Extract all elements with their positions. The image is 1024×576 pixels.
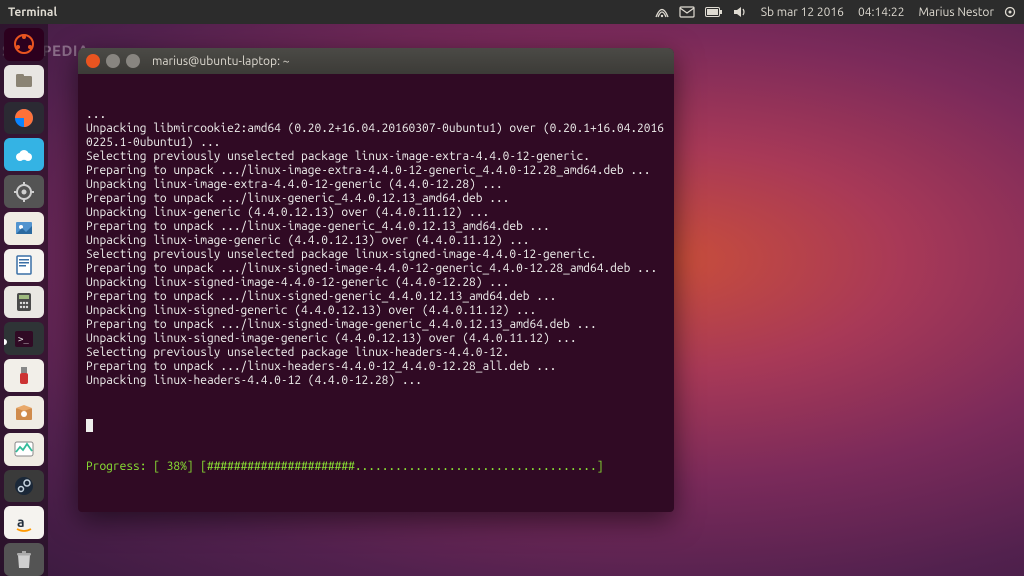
- trash-icon[interactable]: [4, 543, 44, 576]
- terminal-line: Unpacking linux-image-generic (4.4.0.12.…: [86, 234, 666, 248]
- terminal-titlebar[interactable]: marius@ubuntu-laptop: ~: [78, 48, 674, 74]
- progress-bar: [######################.................…: [200, 460, 603, 473]
- amazon-icon[interactable]: a: [4, 506, 44, 539]
- terminal-line: Preparing to unpack .../linux-headers-4.…: [86, 360, 666, 374]
- weather-icon[interactable]: [4, 138, 44, 171]
- usb-creator-icon[interactable]: [4, 359, 44, 392]
- window-maximize-button[interactable]: [126, 54, 140, 68]
- terminal-line: Preparing to unpack .../linux-signed-ima…: [86, 318, 666, 332]
- system-monitor-icon[interactable]: [4, 433, 44, 466]
- terminal-line: Unpacking libmircookie2:amd64 (0.20.2+16…: [86, 122, 666, 150]
- firefox-icon[interactable]: [4, 102, 44, 135]
- network-indicator[interactable]: [655, 6, 669, 18]
- clock-date[interactable]: Sb mar 12 2016: [761, 6, 844, 19]
- top-menu-bar: Terminal Sb mar 12 2016 04:14:22 Marius …: [0, 0, 1024, 24]
- terminal-line: Preparing to unpack .../linux-image-extr…: [86, 164, 666, 178]
- volume-indicator[interactable]: [733, 6, 747, 18]
- software-icon[interactable]: [4, 396, 44, 429]
- svg-text:>_: >_: [18, 335, 29, 345]
- active-app-title: Terminal: [8, 6, 57, 19]
- terminal-cursor: [86, 419, 93, 432]
- battery-indicator[interactable]: [705, 7, 723, 17]
- unity-launcher: >_ a: [0, 24, 48, 576]
- terminal-line: Unpacking linux-signed-image-4.4.0-12-ge…: [86, 276, 666, 290]
- dash-icon[interactable]: [4, 28, 44, 61]
- terminal-line: Preparing to unpack .../linux-signed-ima…: [86, 262, 666, 276]
- window-close-button[interactable]: [86, 54, 100, 68]
- session-gear-icon[interactable]: [1004, 6, 1016, 18]
- settings-icon[interactable]: [4, 175, 44, 208]
- terminal-line: Unpacking linux-generic (4.4.0.12.13) ov…: [86, 206, 666, 220]
- writer-icon[interactable]: [4, 249, 44, 282]
- window-minimize-button[interactable]: [106, 54, 120, 68]
- terminal-line: Unpacking linux-signed-generic (4.4.0.12…: [86, 304, 666, 318]
- terminal-line: Preparing to unpack .../linux-generic_4.…: [86, 192, 666, 206]
- terminal-line: Selecting previously unselected package …: [86, 248, 666, 262]
- terminal-line: ...: [86, 108, 666, 122]
- mail-indicator[interactable]: [679, 6, 695, 18]
- files-icon[interactable]: [4, 65, 44, 98]
- steam-icon[interactable]: [4, 470, 44, 503]
- svg-text:a: a: [17, 514, 25, 530]
- terminal-line: Selecting previously unselected package …: [86, 150, 666, 164]
- terminal-title: marius@ubuntu-laptop: ~: [152, 55, 290, 68]
- terminal-line: Selecting previously unselected package …: [86, 346, 666, 360]
- terminal-window[interactable]: marius@ubuntu-laptop: ~ ...Unpacking lib…: [78, 48, 674, 512]
- terminal-line: Unpacking linux-headers-4.4.0-12 (4.4.0-…: [86, 374, 666, 388]
- terminal-line: Preparing to unpack .../linux-image-gene…: [86, 220, 666, 234]
- terminal-output[interactable]: ...Unpacking libmircookie2:amd64 (0.20.2…: [78, 74, 674, 512]
- clock-time[interactable]: 04:14:22: [858, 6, 905, 19]
- terminal-line: Unpacking linux-signed-image-generic (4.…: [86, 332, 666, 346]
- terminal-line: Preparing to unpack .../linux-signed-gen…: [86, 290, 666, 304]
- progress-label: Progress: [ 38%]: [86, 460, 194, 473]
- photos-icon[interactable]: [4, 212, 44, 245]
- user-menu[interactable]: Marius Nestor: [918, 6, 994, 19]
- terminal-icon[interactable]: >_: [4, 322, 44, 355]
- calc-icon[interactable]: [4, 286, 44, 319]
- terminal-line: Unpacking linux-image-extra-4.4.0-12-gen…: [86, 178, 666, 192]
